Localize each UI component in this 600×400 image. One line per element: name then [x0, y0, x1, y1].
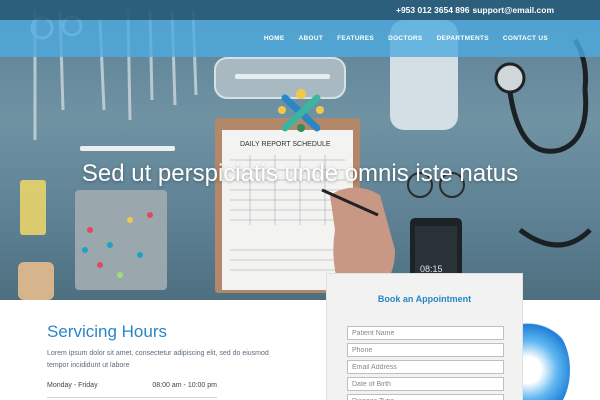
main-navbar: HOME ABOUT FEATURES DOCTORS DEPARTMENTS … — [0, 20, 600, 57]
nav-doctors[interactable]: DOCTORS — [388, 35, 422, 42]
hours-row: Monday - Friday 08:00 am - 10:00 pm — [47, 382, 217, 389]
clipboard-heading: DAILY REPORT SCHEDULE — [240, 141, 331, 148]
hours-day: Monday - Friday — [47, 382, 98, 389]
hero-title: Sed ut perspiciatis unde omnis iste natu… — [81, 160, 519, 187]
nav-features[interactable]: FEATURES — [337, 35, 374, 42]
appointment-form: Book an Appointment — [326, 273, 523, 400]
contact-email[interactable]: support@email.com — [473, 5, 555, 15]
nav-contact-us[interactable]: CONTACT US — [503, 35, 548, 42]
phone-field[interactable] — [347, 343, 504, 357]
clinic-logo — [277, 88, 325, 139]
appointment-title: Book an Appointment — [377, 294, 472, 304]
email-field[interactable] — [347, 360, 504, 374]
nav-home[interactable]: HOME — [264, 35, 285, 42]
disease-type-field[interactable] — [347, 394, 504, 400]
nav-about[interactable]: ABOUT — [299, 35, 324, 42]
servicing-hours-section: Servicing Hours Lorem ipsum dolor sit am… — [47, 322, 287, 398]
patient-name-field[interactable] — [347, 326, 504, 340]
nav-departments[interactable]: DEPARTMENTS — [437, 35, 489, 42]
servicing-hours-title: Servicing Hours — [47, 322, 167, 341]
servicing-hours-text: Lorem ipsum dolor sit amet, consectetur … — [47, 350, 269, 369]
contact-bar: +953 012 3654 896 support@email.com — [0, 0, 600, 20]
appointment-fields — [347, 326, 504, 400]
date-of-birth-field[interactable] — [347, 377, 504, 391]
hours-divider — [47, 397, 217, 398]
hours-time: 08:00 am - 10:00 pm — [152, 382, 217, 389]
contact-phone[interactable]: +953 012 3654 896 — [396, 5, 470, 15]
main-nav: HOME ABOUT FEATURES DOCTORS DEPARTMENTS … — [264, 20, 548, 57]
